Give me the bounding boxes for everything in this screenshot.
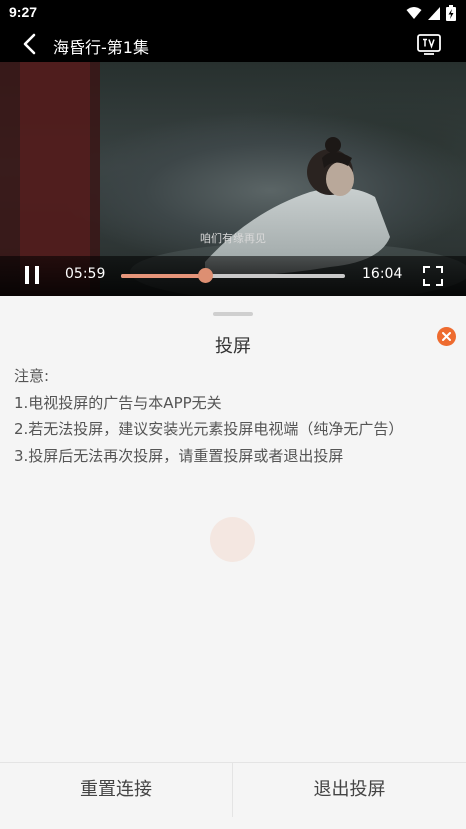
pause-icon: [25, 266, 29, 284]
video-subtitle: 咱们有缘再见: [200, 232, 266, 245]
notice-item: 2.若无法投屏，建议安装光元素投屏电视端（纯净无广告）: [14, 420, 404, 438]
back-arrow-icon: [23, 33, 36, 55]
battery-charging-icon: [446, 5, 456, 21]
sheet-title: 投屏: [215, 336, 251, 357]
exit-cast-button[interactable]: 退出投屏: [233, 763, 466, 817]
fullscreen-button[interactable]: [422, 265, 444, 287]
player-title-bar: 海昏行-第1集: [0, 26, 466, 62]
player-controls: 05:59 16:04: [0, 256, 466, 296]
wifi-icon: [406, 5, 422, 21]
pause-button[interactable]: [23, 264, 43, 286]
seek-progress: [121, 274, 205, 278]
close-icon: [442, 332, 451, 341]
cast-sheet: 投屏 注意: 1.电视投屏的广告与本APP无关 2.若无法投屏，建议安装光元素投…: [0, 297, 466, 829]
total-time: 16:04: [362, 266, 403, 282]
close-button[interactable]: [437, 327, 456, 346]
fullscreen-icon: [423, 266, 443, 286]
notice-item: 1.电视投屏的广告与本APP无关: [14, 393, 222, 412]
reconnect-button[interactable]: 重置连接: [0, 763, 232, 817]
video-player[interactable]: 海昏行-第1集 咱们有缘再见 05:59 16:04: [0, 26, 466, 296]
sheet-drag-handle[interactable]: [213, 312, 253, 316]
current-time: 05:59: [65, 266, 106, 282]
status-bar: 9:27: [0, 0, 466, 26]
sheet-footer: 重置连接 退出投屏: [0, 762, 466, 829]
tv-icon: [417, 34, 441, 55]
status-icons: [406, 5, 456, 21]
loading-spinner: [210, 517, 255, 562]
notice-item: 3.投屏后无法再次投屏，请重置投屏或者退出投屏: [14, 446, 344, 465]
status-time: 9:27: [9, 4, 38, 20]
back-button[interactable]: [16, 30, 44, 58]
notice-title: 注意:: [14, 367, 50, 385]
cast-button[interactable]: [416, 31, 442, 57]
seek-bar[interactable]: [121, 268, 345, 283]
notice-block: 注意: 1.电视投屏的广告与本APP无关 2.若无法投屏，建议安装光元素投屏电视…: [14, 366, 403, 472]
cell-signal-icon: [427, 5, 441, 21]
video-title: 海昏行-第1集: [53, 38, 149, 57]
seek-handle[interactable]: [197, 268, 213, 283]
pause-icon-bar: [35, 266, 39, 284]
